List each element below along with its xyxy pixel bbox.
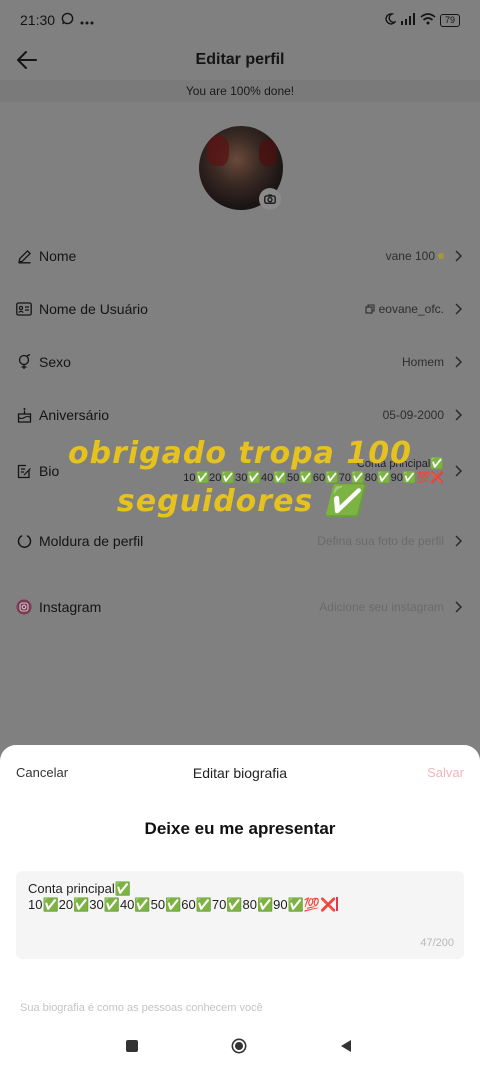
- verified-dot-icon: [438, 253, 444, 259]
- cancel-button[interactable]: Cancelar: [16, 765, 68, 780]
- row-value-instagram: Adicione seu instagram: [319, 600, 444, 614]
- overlay-caption-line-1: obrigado tropa 100: [68, 436, 412, 471]
- sheet-title: Editar biografia: [192, 765, 288, 781]
- id-card-icon: [16, 301, 32, 317]
- copy-icon[interactable]: [365, 304, 375, 314]
- row-profile-frame[interactable]: Moldura de perfil Defina sua foto de per…: [0, 519, 480, 563]
- whatsapp-icon: [61, 12, 74, 28]
- text-cursor: [336, 897, 338, 911]
- row-instagram[interactable]: Instagram Adicione seu instagram: [0, 585, 480, 629]
- overlay-caption-line-2: seguidores ✅: [116, 484, 364, 519]
- chevron-right-icon: [454, 601, 464, 613]
- system-nav-bar: [0, 1026, 480, 1066]
- chevron-right-icon: [454, 303, 464, 315]
- row-label-profile-frame: Moldura de perfil: [39, 533, 144, 549]
- row-value-gender: Homem: [401, 355, 444, 369]
- status-time: 21:30: [20, 12, 56, 28]
- status-bar: 21:30 79: [0, 0, 480, 40]
- bio-text-line-2: 10✅20✅30✅40✅50✅60✅70✅80✅90✅💯❌: [28, 897, 452, 913]
- chevron-right-icon: [454, 409, 464, 421]
- signal-icon: [400, 12, 416, 28]
- page-title: Editar perfil: [195, 51, 285, 68]
- instagram-icon: [16, 599, 32, 615]
- frame-ring-icon: [16, 533, 32, 549]
- row-gender[interactable]: Sexo Homem: [0, 340, 480, 384]
- bio-textarea[interactable]: Conta principal✅ 10✅20✅30✅40✅50✅60✅70✅80…: [16, 871, 464, 959]
- back-triangle-icon[interactable]: [338, 1038, 354, 1054]
- camera-icon[interactable]: [259, 188, 281, 210]
- more-notifications-icon: [80, 12, 94, 28]
- sheet-heading: Deixe eu me apresentar: [144, 819, 336, 838]
- save-button[interactable]: Salvar: [427, 765, 464, 780]
- edit-bio-sheet: Cancelar Editar biografia Salvar Deixe e…: [0, 745, 480, 1066]
- sheet-header: Cancelar Editar biografia Salvar: [0, 745, 480, 801]
- row-birthday[interactable]: Aniversário 05-09-2000: [0, 393, 480, 437]
- pencil-icon: [16, 248, 32, 264]
- chevron-right-icon: [454, 356, 464, 368]
- row-label-name: Nome: [39, 248, 77, 264]
- wifi-icon: [420, 12, 436, 28]
- home-icon[interactable]: [231, 1038, 247, 1054]
- bio-text-line-2-content: 10✅20✅30✅40✅50✅60✅70✅80✅90✅💯❌: [28, 897, 337, 912]
- row-username[interactable]: Nome de Usuário eovane_ofc.: [0, 287, 480, 331]
- row-label-gender: Sexo: [39, 354, 71, 370]
- profile-completion-banner: You are 100% done!: [0, 80, 480, 102]
- row-value-profile-frame: Defina sua foto de perfil: [317, 534, 444, 548]
- recent-apps-icon[interactable]: [124, 1038, 140, 1054]
- bio-hint-text: Sua biografia é como as pessoas conhecem…: [20, 1002, 263, 1014]
- top-bar: Editar perfil: [0, 40, 480, 80]
- character-counter: 47/200: [420, 937, 454, 949]
- gender-icon: [16, 354, 32, 370]
- row-label-instagram: Instagram: [39, 599, 102, 615]
- row-label-birthday: Aniversário: [39, 407, 110, 423]
- battery-indicator: 79: [439, 13, 460, 27]
- back-arrow-icon[interactable]: [14, 46, 42, 74]
- row-label-username: Nome de Usuário: [39, 301, 148, 317]
- chevron-right-icon: [454, 250, 464, 262]
- bio-text-line-1: Conta principal✅: [28, 881, 131, 896]
- cake-icon: [16, 407, 32, 423]
- row-value-username: eovane_ofc.: [378, 302, 444, 316]
- chevron-right-icon: [454, 535, 464, 547]
- row-name[interactable]: Nome vane 100: [0, 234, 480, 278]
- moon-icon: [384, 12, 398, 28]
- row-value-birthday: 05-09-2000: [382, 408, 444, 422]
- row-value-name: vane 100: [385, 249, 435, 263]
